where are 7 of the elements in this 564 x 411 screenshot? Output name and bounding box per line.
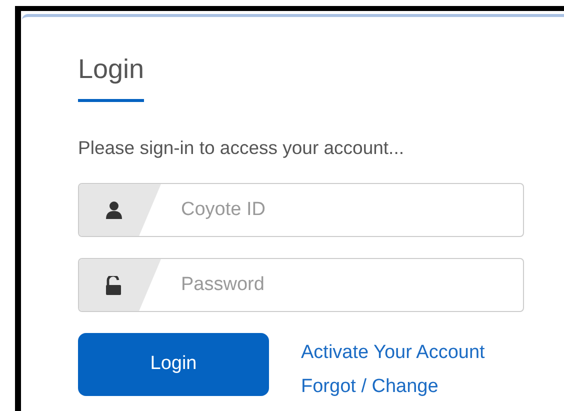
account-link[interactable]: Forgot / Change (301, 370, 485, 404)
padlock-icon (106, 276, 121, 295)
login-title: Login (78, 53, 146, 86)
person-icon (106, 201, 122, 220)
login-button[interactable]: Login (78, 333, 269, 396)
instruction-text: Please sign-in to access your account... (78, 136, 405, 160)
account-link[interactable]: Activate Your Account (301, 336, 485, 370)
